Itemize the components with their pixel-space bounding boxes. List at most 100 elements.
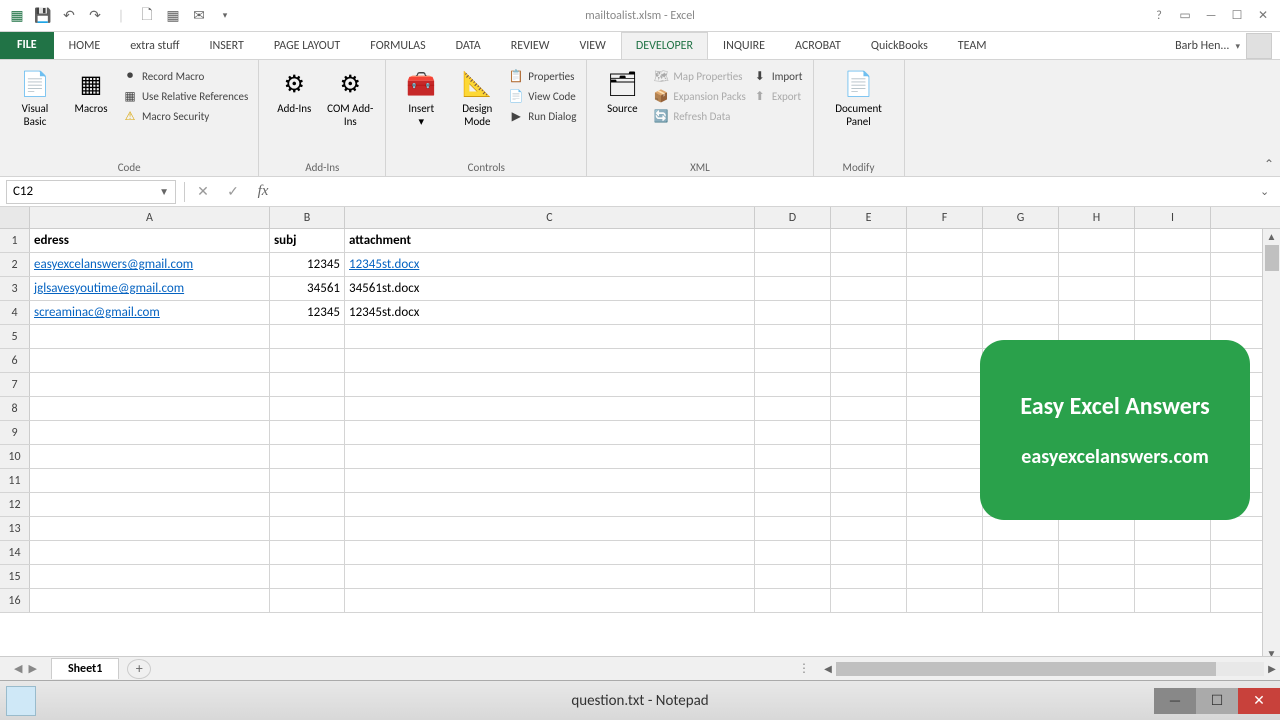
horizontal-scrollbar[interactable]: ◀ ▶ xyxy=(820,661,1280,677)
cell[interactable] xyxy=(983,301,1059,324)
row-header[interactable]: 8 xyxy=(0,397,30,420)
row-header[interactable]: 12 xyxy=(0,493,30,516)
cell[interactable] xyxy=(755,445,831,468)
cell[interactable] xyxy=(831,421,907,444)
cell[interactable] xyxy=(983,589,1059,612)
cell[interactable] xyxy=(907,589,983,612)
cell[interactable] xyxy=(345,373,755,396)
cell[interactable] xyxy=(30,589,270,612)
tab-formulas[interactable]: FORMULAS xyxy=(355,32,440,59)
cell[interactable] xyxy=(831,517,907,540)
tab-inquire[interactable]: INQUIRE xyxy=(708,32,780,59)
user-dropdown-icon[interactable]: ▾ xyxy=(1235,41,1240,52)
macro-security-button[interactable]: ⚠Macro Security xyxy=(122,108,248,124)
cell[interactable] xyxy=(345,325,755,348)
cell[interactable] xyxy=(831,445,907,468)
undo-icon[interactable]: ↶ xyxy=(58,5,80,27)
macros-button[interactable]: ▦ Macros xyxy=(66,64,116,159)
cell[interactable]: 12345st.docx xyxy=(345,301,755,324)
cell[interactable] xyxy=(983,517,1059,540)
vertical-scrollbar[interactable]: ▲ ▼ xyxy=(1262,229,1280,662)
tab-developer[interactable]: DEVELOPER xyxy=(621,32,708,59)
column-header-h[interactable]: H xyxy=(1059,207,1135,228)
select-all-corner[interactable] xyxy=(0,207,30,228)
row-header[interactable]: 9 xyxy=(0,421,30,444)
row-header[interactable]: 7 xyxy=(0,373,30,396)
column-header-b[interactable]: B xyxy=(270,207,345,228)
cell[interactable] xyxy=(983,229,1059,252)
row-header[interactable]: 15 xyxy=(0,565,30,588)
row-header[interactable]: 14 xyxy=(0,541,30,564)
cell[interactable] xyxy=(907,445,983,468)
row-header[interactable]: 6 xyxy=(0,349,30,372)
cell[interactable] xyxy=(30,541,270,564)
column-header-d[interactable]: D xyxy=(755,207,831,228)
redo-icon[interactable]: ↷ xyxy=(84,5,106,27)
enter-formula-icon[interactable]: ✓ xyxy=(223,182,243,202)
cell[interactable] xyxy=(1135,229,1211,252)
cell[interactable] xyxy=(755,493,831,516)
fx-icon[interactable]: fx xyxy=(253,182,273,202)
cell[interactable] xyxy=(831,397,907,420)
tab-acrobat[interactable]: ACROBAT xyxy=(780,32,856,59)
scroll-thumb[interactable] xyxy=(1265,245,1279,271)
cell[interactable] xyxy=(345,445,755,468)
taskbar-minimize-icon[interactable]: — xyxy=(1154,688,1196,714)
cell[interactable] xyxy=(983,565,1059,588)
minimize-icon[interactable]: — xyxy=(1200,7,1222,25)
column-header-a[interactable]: A xyxy=(30,207,270,228)
properties-button[interactable]: 📋Properties xyxy=(508,68,576,84)
cell[interactable]: subj xyxy=(270,229,345,252)
calendar-icon[interactable]: ▦ xyxy=(162,5,184,27)
column-header-c[interactable]: C xyxy=(345,207,755,228)
qat-dropdown-icon[interactable]: ▾ xyxy=(214,5,236,27)
tab-home[interactable]: HOME xyxy=(54,32,116,59)
cell[interactable] xyxy=(270,589,345,612)
cell[interactable] xyxy=(755,301,831,324)
mail-icon[interactable]: ✉ xyxy=(188,5,210,27)
cell[interactable] xyxy=(831,469,907,492)
cell[interactable] xyxy=(270,469,345,492)
cell[interactable] xyxy=(831,541,907,564)
avatar[interactable] xyxy=(1246,33,1272,59)
cell[interactable] xyxy=(831,349,907,372)
cell[interactable] xyxy=(345,589,755,612)
cell[interactable] xyxy=(1135,277,1211,300)
cell[interactable] xyxy=(30,469,270,492)
cell[interactable] xyxy=(30,493,270,516)
cell[interactable] xyxy=(30,565,270,588)
cell[interactable]: 12345st.docx xyxy=(345,253,755,276)
cell[interactable]: 12345 xyxy=(270,301,345,324)
name-box[interactable]: C12 ▼ xyxy=(6,180,176,204)
addins-button[interactable]: ⚙ Add-Ins xyxy=(269,64,319,159)
row-header[interactable]: 5 xyxy=(0,325,30,348)
cell[interactable] xyxy=(1059,253,1135,276)
cell[interactable] xyxy=(270,445,345,468)
cell[interactable] xyxy=(755,373,831,396)
excel-icon[interactable]: ▦ xyxy=(6,5,28,27)
cell[interactable] xyxy=(755,325,831,348)
cell[interactable] xyxy=(270,373,345,396)
column-header-e[interactable]: E xyxy=(831,207,907,228)
cell[interactable]: jglsavesyoutime@gmail.com xyxy=(30,277,270,300)
cell[interactable] xyxy=(907,517,983,540)
cell[interactable] xyxy=(30,325,270,348)
cell[interactable] xyxy=(345,469,755,492)
cell[interactable] xyxy=(270,493,345,516)
cell[interactable] xyxy=(983,253,1059,276)
cell[interactable] xyxy=(831,301,907,324)
cell[interactable] xyxy=(755,421,831,444)
cell[interactable]: screaminac@gmail.com xyxy=(30,301,270,324)
cell[interactable] xyxy=(1059,565,1135,588)
cell[interactable] xyxy=(270,517,345,540)
row-header[interactable]: 11 xyxy=(0,469,30,492)
use-relative-refs-button[interactable]: ▦Use Relative References xyxy=(122,88,248,104)
cell[interactable] xyxy=(907,301,983,324)
tab-data[interactable]: DATA xyxy=(441,32,496,59)
help-icon[interactable]: ? xyxy=(1148,7,1170,25)
cell[interactable] xyxy=(831,565,907,588)
tab-page-layout[interactable]: PAGE LAYOUT xyxy=(259,32,355,59)
cell[interactable] xyxy=(831,253,907,276)
cell[interactable] xyxy=(907,421,983,444)
collapse-ribbon-icon[interactable]: ⌃ xyxy=(1264,157,1274,172)
